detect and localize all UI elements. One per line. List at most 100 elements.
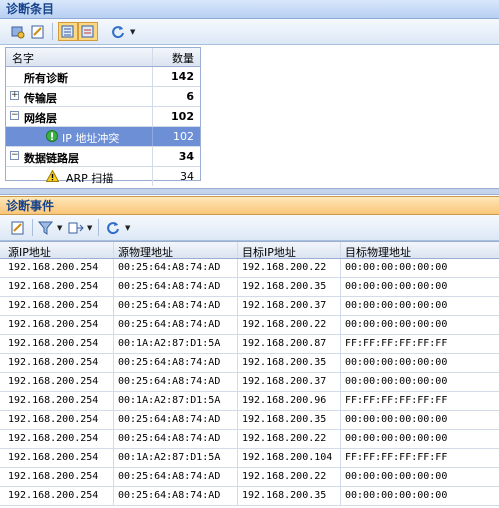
- target-ip-cell: 192.168.200.87: [242, 338, 327, 349]
- source-ip-cell: 192.168.200.254: [8, 414, 99, 425]
- source-ip-cell: 192.168.200.254: [8, 338, 99, 349]
- diagnosis-items-toolbar: ▼: [0, 19, 499, 45]
- tree-row-count: 102: [171, 110, 194, 123]
- source-ip-cell: 192.168.200.254: [8, 471, 99, 482]
- source-mac-cell: 00:1A:A2:87:D1:5A: [118, 452, 221, 463]
- source-ip-cell: 192.168.200.254: [8, 300, 99, 311]
- target-ip-cell: 192.168.200.22: [242, 262, 327, 273]
- target-mac-cell: 00:00:00:00:00:00: [345, 319, 448, 330]
- target-mac-cell: 00:00:00:00:00:00: [345, 471, 448, 482]
- tree-row-datalink[interactable]: − 数据链路层 34: [6, 147, 200, 167]
- table-row[interactable]: 192.168.200.254 00:25:64:A8:74:AD 192.168.…: [0, 297, 499, 316]
- info-icon: [46, 130, 58, 142]
- tree-row-arp-scan[interactable]: ARP 扫描 34: [6, 167, 200, 186]
- options-icon: [11, 26, 25, 38]
- tree-row-count: 34: [180, 170, 194, 183]
- target-mac-cell: 00:00:00:00:00:00: [345, 262, 448, 273]
- source-ip-cell: 192.168.200.254: [8, 262, 99, 273]
- table-row[interactable]: 192.168.200.254 00:1A:A2:87:D1:5A 192.168.…: [0, 335, 499, 354]
- target-ip-cell: 192.168.200.37: [242, 376, 327, 387]
- table-row[interactable]: 192.168.200.254 00:25:64:A8:74:AD 192.168.…: [0, 354, 499, 373]
- columns-dropdown-icon[interactable]: ▼: [87, 224, 92, 232]
- source-ip-cell: 192.168.200.254: [8, 376, 99, 387]
- options-button[interactable]: [8, 22, 28, 41]
- tree-row-label: 数据链路层: [24, 152, 79, 165]
- filter-icon: [38, 221, 54, 235]
- table-row[interactable]: 192.168.200.254 00:25:64:A8:74:AD 192.168.…: [0, 468, 499, 487]
- tree-row-count: 142: [171, 70, 194, 83]
- source-mac-cell: 00:25:64:A8:74:AD: [118, 281, 221, 292]
- target-mac-cell: 00:00:00:00:00:00: [345, 414, 448, 425]
- source-mac-cell: 00:25:64:A8:74:AD: [118, 414, 221, 425]
- view-list-button[interactable]: [78, 22, 98, 41]
- target-mac-cell: 00:00:00:00:00:00: [345, 433, 448, 444]
- tree-row-ip-conflict[interactable]: IP 地址冲突 102: [6, 127, 200, 147]
- tree-row-all[interactable]: 所有诊断 142: [6, 67, 200, 87]
- table-row[interactable]: 192.168.200.254 00:25:64:A8:74:AD 192.168.…: [0, 430, 499, 449]
- tree-header: 名字 数量: [6, 48, 200, 67]
- filter-button[interactable]: [36, 218, 56, 237]
- source-ip-cell: 192.168.200.254: [8, 490, 99, 501]
- view-tree-button[interactable]: [58, 22, 78, 41]
- table-row[interactable]: 192.168.200.254 00:25:64:A8:74:AD 192.168.…: [0, 373, 499, 392]
- tree-row-count: 102: [173, 130, 194, 143]
- tree-row-label: 传输层: [24, 92, 57, 105]
- tree-row-network[interactable]: − 网络层 102: [6, 107, 200, 127]
- export-icon: [11, 221, 24, 234]
- events-table: 源IP地址 源物理地址 目标IP地址 目标物理地址 192.168.200.25…: [0, 241, 499, 506]
- source-mac-cell: 00:25:64:A8:74:AD: [118, 300, 221, 311]
- source-mac-cell: 00:1A:A2:87:D1:5A: [118, 338, 221, 349]
- target-ip-cell: 192.168.200.35: [242, 490, 327, 501]
- table-row[interactable]: 192.168.200.254 00:1A:A2:87:D1:5A 192.168.…: [0, 392, 499, 411]
- table-row[interactable]: 192.168.200.254 00:25:64:A8:74:AD 192.168.…: [0, 487, 499, 506]
- diagnosis-events-toolbar: ▼ ▼ ▼: [0, 215, 499, 241]
- columns-icon: [68, 222, 84, 233]
- list-view-icon: [81, 25, 94, 37]
- diagnosis-events-panel-title: 诊断事件: [0, 196, 499, 215]
- target-ip-cell: 192.168.200.35: [242, 281, 327, 292]
- target-ip-cell: 192.168.200.35: [242, 414, 327, 425]
- filter-dropdown-icon[interactable]: ▼: [57, 224, 62, 232]
- target-mac-cell: 00:00:00:00:00:00: [345, 490, 448, 501]
- source-mac-cell: 00:25:64:A8:74:AD: [118, 376, 221, 387]
- refresh-dropdown-icon[interactable]: ▼: [125, 224, 130, 232]
- table-row[interactable]: 192.168.200.254 00:25:64:A8:74:AD 192.168.…: [0, 411, 499, 430]
- refresh-events-button[interactable]: [103, 218, 123, 237]
- events-table-header: 源IP地址 源物理地址 目标IP地址 目标物理地址: [0, 241, 499, 259]
- tree-row-transport[interactable]: + 传输层 6: [6, 87, 200, 107]
- collapse-icon[interactable]: −: [10, 151, 19, 160]
- count-column-header[interactable]: 数量: [172, 50, 194, 66]
- tree-view-icon: [61, 25, 74, 37]
- table-row[interactable]: 192.168.200.254 00:25:64:A8:74:AD 192.168.…: [0, 259, 499, 278]
- target-ip-cell: 192.168.200.22: [242, 319, 327, 330]
- source-mac-cell: 00:25:64:A8:74:AD: [118, 357, 221, 368]
- column-header-source-mac[interactable]: 源物理地址: [118, 244, 173, 260]
- refresh-dropdown-icon[interactable]: ▼: [130, 28, 135, 36]
- warning-icon: [46, 170, 59, 182]
- export-events-button[interactable]: [8, 218, 28, 237]
- target-mac-cell: FF:FF:FF:FF:FF:FF: [345, 395, 448, 406]
- target-mac-cell: 00:00:00:00:00:00: [345, 357, 448, 368]
- events-table-body: 192.168.200.254 00:25:64:A8:74:AD 192.168.…: [0, 259, 499, 506]
- name-column-header[interactable]: 名字: [12, 50, 34, 66]
- table-row[interactable]: 192.168.200.254 00:1A:A2:87:D1:5A 192.168.…: [0, 449, 499, 468]
- source-mac-cell: 00:25:64:A8:74:AD: [118, 471, 221, 482]
- expand-icon[interactable]: +: [10, 91, 19, 100]
- target-mac-cell: 00:00:00:00:00:00: [345, 376, 448, 387]
- source-mac-cell: 00:1A:A2:87:D1:5A: [118, 395, 221, 406]
- source-mac-cell: 00:25:64:A8:74:AD: [118, 319, 221, 330]
- target-mac-cell: FF:FF:FF:FF:FF:FF: [345, 452, 448, 463]
- table-row[interactable]: 192.168.200.254 00:25:64:A8:74:AD 192.168.…: [0, 278, 499, 297]
- table-row[interactable]: 192.168.200.254 00:25:64:A8:74:AD 192.168.…: [0, 316, 499, 335]
- export-button[interactable]: [28, 22, 48, 41]
- collapse-icon[interactable]: −: [10, 111, 19, 120]
- column-header-source-ip[interactable]: 源IP地址: [8, 244, 51, 260]
- columns-button[interactable]: [66, 218, 86, 237]
- source-ip-cell: 192.168.200.254: [8, 452, 99, 463]
- column-header-target-ip[interactable]: 目标IP地址: [242, 244, 296, 260]
- panel-splitter[interactable]: [0, 188, 499, 195]
- target-mac-cell: 00:00:00:00:00:00: [345, 281, 448, 292]
- column-header-target-mac[interactable]: 目标物理地址: [345, 244, 411, 260]
- refresh-button[interactable]: [108, 22, 128, 41]
- source-ip-cell: 192.168.200.254: [8, 395, 99, 406]
